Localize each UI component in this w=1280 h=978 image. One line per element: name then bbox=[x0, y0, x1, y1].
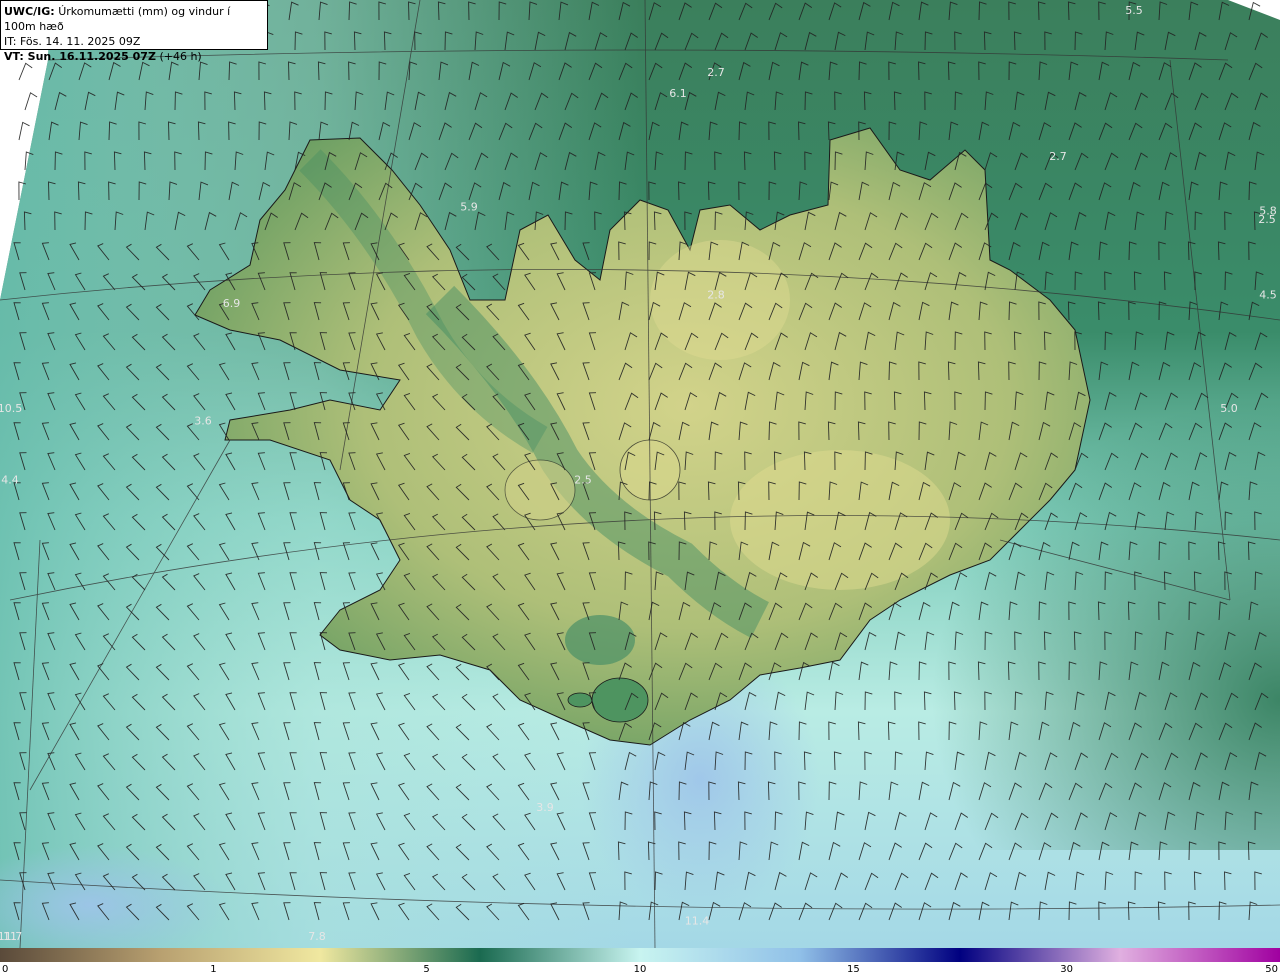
value-label: 4.5 bbox=[1259, 289, 1277, 302]
value-label: 11.4 bbox=[685, 914, 710, 927]
value-label: 4.4 bbox=[1, 473, 19, 486]
colorbar-tick-label: 5 bbox=[423, 964, 430, 975]
value-label: 2.8 bbox=[707, 289, 725, 302]
value-label: 11 bbox=[3, 930, 17, 943]
value-label: 7.8 bbox=[308, 930, 326, 943]
model-code: UWC/IG: bbox=[4, 5, 55, 18]
value-label: 5.9 bbox=[460, 200, 478, 213]
colorbar-tick-label: 1 bbox=[210, 964, 217, 975]
value-label: 2.7 bbox=[1049, 150, 1067, 163]
map-canvas: 5.46.12.75.52.75.85.92.54.56.92.85.010.5… bbox=[0, 0, 1280, 965]
colorbar-tick-label: 0 bbox=[2, 964, 9, 975]
precipitation-wind-map[interactable]: 5.46.12.75.52.75.85.92.54.56.92.85.010.5… bbox=[0, 0, 1280, 965]
value-label: 5.5 bbox=[1125, 4, 1143, 17]
value-label: 2.5 bbox=[574, 473, 592, 486]
colorbar-tick-label: 30 bbox=[1060, 964, 1073, 975]
init-time: IT: Fös. 14. 11. 2025 09Z bbox=[4, 35, 141, 48]
value-label: 10.5 bbox=[0, 402, 22, 415]
value-label: 5.0 bbox=[1220, 402, 1238, 415]
colorbar-tick-label: 10 bbox=[633, 964, 647, 975]
value-label: 3.9 bbox=[536, 801, 554, 814]
colorbar-gradient bbox=[0, 948, 1280, 962]
value-label: 6.1 bbox=[669, 87, 687, 100]
value-label: 6.9 bbox=[223, 297, 241, 310]
value-label: 2.7 bbox=[707, 66, 725, 79]
colorbar: 0 1 5 10 15 30 50 bbox=[0, 948, 1280, 978]
colorbar-tick-label: 15 bbox=[847, 964, 860, 975]
value-label: 2.5 bbox=[1258, 213, 1276, 226]
colorbar-tick-label: 50 bbox=[1265, 964, 1278, 975]
valid-time: VT: Sun. 16.11.2025 07Z bbox=[4, 50, 156, 63]
value-label: 3.6 bbox=[194, 415, 212, 428]
forecast-lead: (+46 h) bbox=[159, 50, 202, 63]
map-header: UWC/IG: Úrkomumætti (mm) og vindur í 100… bbox=[0, 0, 268, 63]
